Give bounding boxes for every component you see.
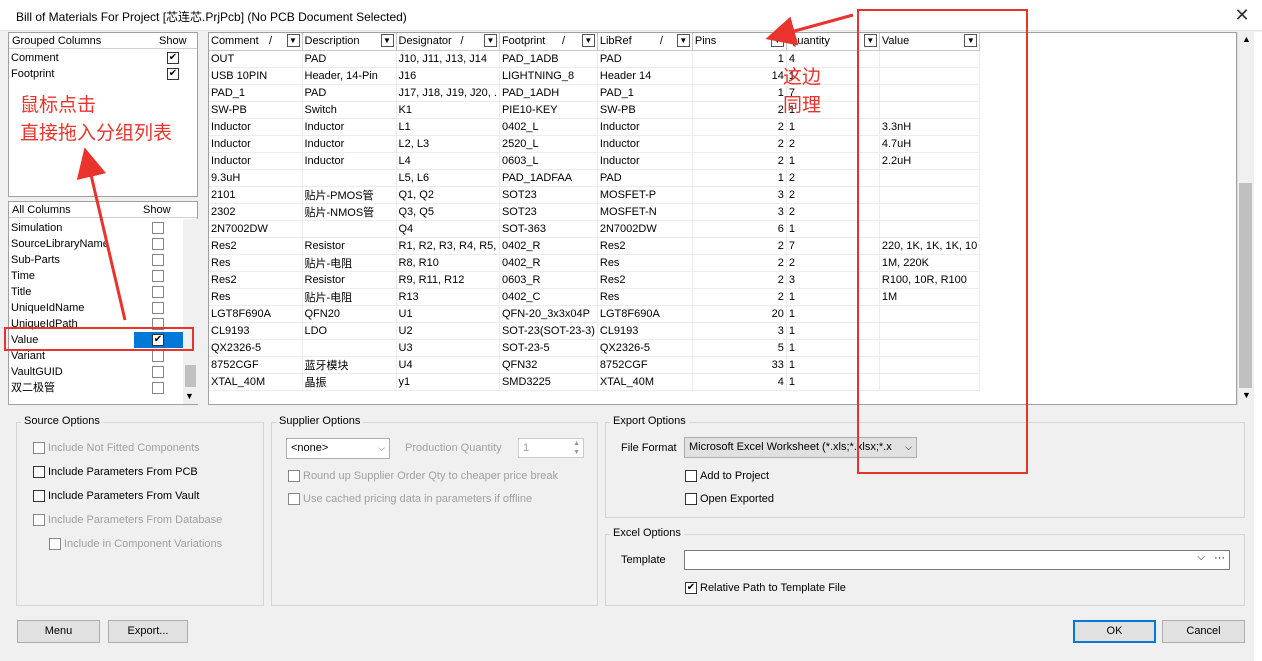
arrow-to-grouped-columns bbox=[76, 147, 127, 321]
arrow-to-quantity-column bbox=[765, 13, 854, 46]
annotation-arrows bbox=[76, 13, 854, 321]
